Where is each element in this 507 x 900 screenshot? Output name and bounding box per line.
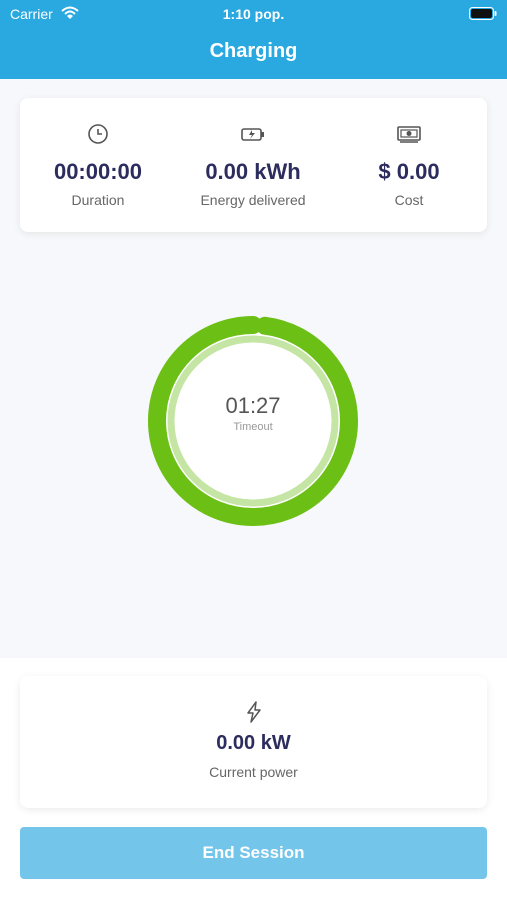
battery-icon xyxy=(469,7,497,23)
session-stats-card: 00:00:00 Duration 0.00 kWh Energy delive… xyxy=(20,98,487,232)
duration-stat: 00:00:00 Duration xyxy=(20,122,176,208)
power-value: 0.00 kW xyxy=(216,732,291,754)
bolt-icon xyxy=(20,700,487,724)
battery-charging-icon xyxy=(240,122,266,146)
status-bar: Carrier 1:10 pop. xyxy=(0,6,507,24)
clock-icon xyxy=(86,122,110,146)
current-power-card: 0.00 kW Current power xyxy=(20,676,487,808)
timeout-ring: 01:27 Timeout xyxy=(145,313,361,529)
duration-label: Duration xyxy=(71,192,125,208)
timeout-label: Timeout xyxy=(233,421,273,433)
power-label: Current power xyxy=(209,764,298,780)
page-title: Charging xyxy=(209,40,298,62)
energy-stat: 0.00 kWh Energy delivered xyxy=(175,122,331,208)
timeout-value: 01:27 xyxy=(225,393,281,418)
energy-label: Energy delivered xyxy=(200,192,306,208)
cost-stat: $ 0.00 Cost xyxy=(331,122,487,208)
cost-value: $ 0.00 xyxy=(378,159,440,184)
end-session-button[interactable]: End Session xyxy=(20,827,487,879)
header-bar: Carrier 1:10 pop. Charging xyxy=(0,0,507,79)
money-icon xyxy=(396,122,422,146)
cost-label: Cost xyxy=(394,192,424,208)
duration-value: 00:00:00 xyxy=(53,159,143,184)
status-time: 1:10 pop. xyxy=(222,6,285,22)
energy-value: 0.00 kWh xyxy=(205,159,301,184)
